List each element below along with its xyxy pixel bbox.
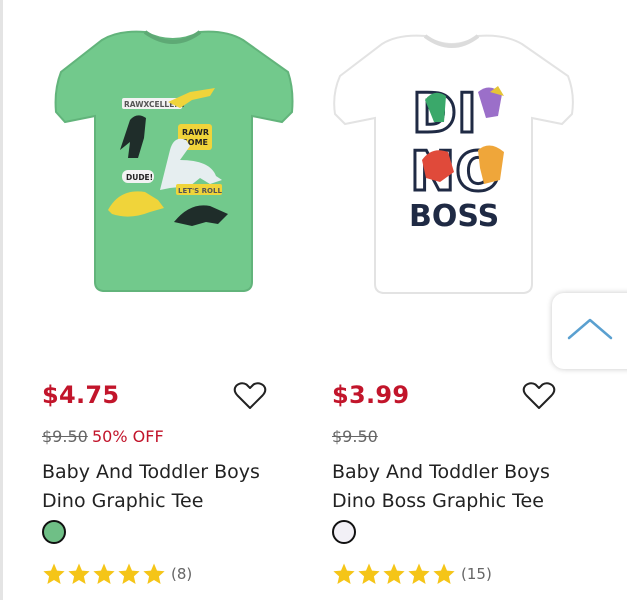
product-image[interactable]: RAWXCELLENT RAWR SOME DUDE! LET'S ROLL bbox=[40, 0, 310, 320]
star-icon bbox=[93, 563, 115, 584]
star-icon bbox=[333, 563, 355, 584]
review-count[interactable]: (8) bbox=[171, 565, 192, 583]
heart-outline-icon bbox=[522, 382, 556, 409]
original-price: $9.50 bbox=[42, 427, 88, 446]
left-border bbox=[0, 0, 3, 600]
wishlist-button[interactable] bbox=[522, 381, 556, 411]
chevron-up-icon bbox=[567, 318, 613, 340]
star-icon bbox=[358, 563, 380, 584]
star-rating: (8) bbox=[42, 561, 192, 587]
star-icon bbox=[68, 563, 90, 584]
star-icon bbox=[118, 563, 140, 584]
graphic-text-boss: BOSS bbox=[409, 199, 499, 234]
color-swatch[interactable] bbox=[332, 520, 356, 544]
star-icon bbox=[383, 563, 405, 584]
original-price: $9.50 bbox=[332, 427, 378, 446]
product-name[interactable]: Baby And Toddler Boys Dino Graphic Tee bbox=[42, 458, 302, 516]
star-icon bbox=[408, 563, 430, 584]
color-swatch[interactable] bbox=[42, 520, 66, 544]
product-name-line-2[interactable]: Dino Boss Graphic Tee bbox=[332, 487, 592, 516]
product-name-line-2[interactable]: Dino Graphic Tee bbox=[42, 487, 302, 516]
dino-boss-tee-image: DI NO BOSS bbox=[333, 34, 574, 294]
discount-label: 50% OFF bbox=[92, 427, 164, 446]
product-name[interactable]: Baby And Toddler Boys Dino Boss Graphic … bbox=[332, 458, 592, 516]
product-card[interactable]: RAWXCELLENT RAWR SOME DUDE! LET'S ROLL $… bbox=[40, 0, 310, 600]
product-grid-page: RAWXCELLENT RAWR SOME DUDE! LET'S ROLL $… bbox=[0, 0, 627, 600]
product-name-line-1[interactable]: Baby And Toddler Boys bbox=[42, 458, 302, 487]
sale-price: $4.75 bbox=[42, 381, 120, 409]
graphic-text-roll: LET'S ROLL bbox=[178, 187, 222, 195]
sale-price: $3.99 bbox=[332, 381, 410, 409]
star-rating: (15) bbox=[332, 561, 492, 587]
star-icon bbox=[143, 563, 165, 584]
star-icon bbox=[43, 563, 65, 584]
product-image[interactable]: DI NO BOSS bbox=[330, 0, 600, 320]
scroll-to-top-button[interactable] bbox=[552, 293, 627, 369]
dino-tee-image: RAWXCELLENT RAWR SOME DUDE! LET'S ROLL bbox=[54, 30, 294, 292]
star-icon bbox=[433, 563, 455, 584]
graphic-text-dude: DUDE! bbox=[126, 173, 153, 182]
review-count[interactable]: (15) bbox=[461, 565, 492, 583]
graphic-text-rawr: RAWR bbox=[182, 128, 209, 137]
wishlist-button[interactable] bbox=[233, 381, 267, 411]
heart-outline-icon bbox=[233, 382, 267, 409]
product-name-line-1[interactable]: Baby And Toddler Boys bbox=[332, 458, 592, 487]
